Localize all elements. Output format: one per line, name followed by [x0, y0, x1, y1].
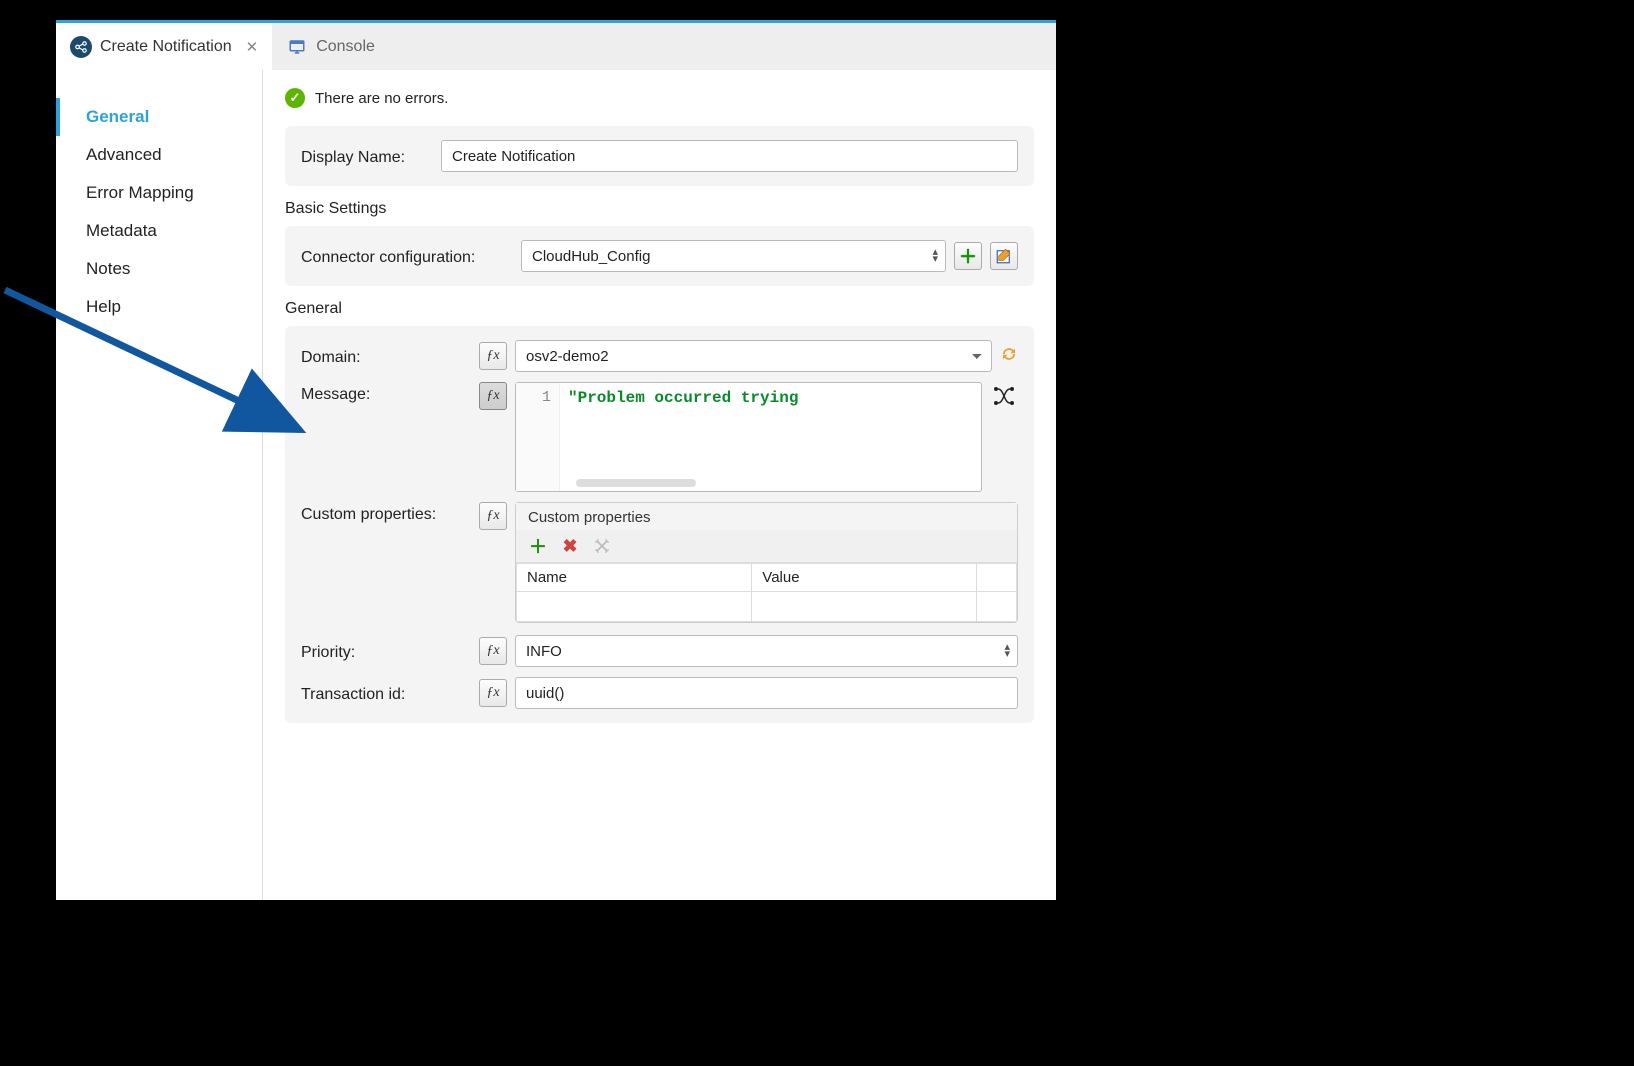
edit-icon: [993, 245, 1015, 267]
fx-icon: ƒx: [486, 348, 499, 364]
fx-custom-button[interactable]: ƒx: [479, 502, 507, 530]
basic-settings-title: Basic Settings: [285, 200, 1034, 218]
scroll-thumb[interactable]: [576, 479, 696, 487]
editor-window: Create Notification ✕ Console General Ad…: [56, 20, 1056, 900]
flow-icon: [70, 36, 92, 58]
custom-properties-title: Custom properties: [516, 503, 1017, 530]
message-code: "Problem occurred trying: [560, 383, 806, 491]
priority-label: Priority:: [301, 640, 479, 662]
fx-txid-button[interactable]: ƒx: [479, 679, 507, 707]
connector-config-select[interactable]: CloudHub_Config: [521, 240, 946, 272]
main-panel: ✓ There are no errors. Display Name: Bas…: [263, 70, 1056, 900]
sidebar-item-general[interactable]: General: [56, 98, 262, 136]
custom-properties-panel: Custom properties ＋ ✖ Name: [515, 502, 1018, 623]
console-icon: [286, 36, 308, 58]
display-name-label: Display Name:: [301, 145, 441, 167]
sidebar-item-error-mapping[interactable]: Error Mapping: [56, 174, 262, 212]
fx-domain-button[interactable]: ƒx: [479, 342, 507, 370]
add-row-button[interactable]: ＋: [526, 534, 550, 558]
tab-bar: Create Notification ✕ Console: [56, 20, 1056, 70]
priority-select[interactable]: INFO: [515, 635, 1018, 667]
tab-console[interactable]: Console: [272, 23, 389, 70]
transaction-id-input[interactable]: [515, 677, 1018, 709]
tab-label: Create Notification: [100, 38, 232, 56]
edit-config-button[interactable]: [990, 242, 1018, 270]
gutter-line: 1: [516, 383, 560, 491]
message-editor[interactable]: 1 "Problem occurred trying: [515, 382, 982, 492]
plus-icon: ＋: [959, 243, 977, 269]
table-row[interactable]: [517, 592, 1017, 622]
custom-props-label: Custom properties:: [301, 502, 479, 524]
col-value: Value: [752, 564, 977, 592]
transaction-id-label: Transaction id:: [301, 682, 479, 704]
sidebar: General Advanced Error Mapping Metadata …: [56, 70, 263, 900]
sidebar-item-advanced[interactable]: Advanced: [56, 136, 262, 174]
tab-label: Console: [316, 38, 375, 56]
status-row: ✓ There are no errors.: [285, 88, 1034, 108]
close-icon[interactable]: ✕: [246, 38, 259, 56]
domain-label: Domain:: [301, 345, 479, 367]
dataweave-map-button[interactable]: [990, 382, 1018, 410]
connector-config-label: Connector configuration:: [301, 245, 521, 267]
tab-create-notification[interactable]: Create Notification ✕: [56, 23, 272, 70]
add-config-button[interactable]: ＋: [954, 242, 982, 270]
fx-icon: ƒx: [486, 685, 499, 701]
domain-select[interactable]: osv2-demo2: [515, 340, 992, 372]
fx-message-button[interactable]: ƒx: [479, 382, 507, 410]
sidebar-item-metadata[interactable]: Metadata: [56, 212, 262, 250]
status-ok-icon: ✓: [285, 88, 305, 108]
fx-icon: ƒx: [486, 643, 499, 659]
sidebar-item-notes[interactable]: Notes: [56, 250, 262, 288]
display-name-input[interactable]: [441, 140, 1018, 172]
refresh-button[interactable]: [1000, 345, 1018, 367]
delete-row-button[interactable]: ✖: [558, 534, 582, 558]
fx-icon: ƒx: [486, 388, 499, 404]
col-name: Name: [517, 564, 752, 592]
fx-icon: ƒx: [486, 508, 499, 524]
message-label: Message:: [301, 382, 479, 404]
sidebar-item-help[interactable]: Help: [56, 288, 262, 326]
fx-priority-button[interactable]: ƒx: [479, 637, 507, 665]
custom-properties-table[interactable]: Name Value: [516, 563, 1017, 622]
clear-rows-button[interactable]: [590, 534, 614, 558]
status-text: There are no errors.: [315, 90, 448, 107]
general-title: General: [285, 300, 1034, 318]
